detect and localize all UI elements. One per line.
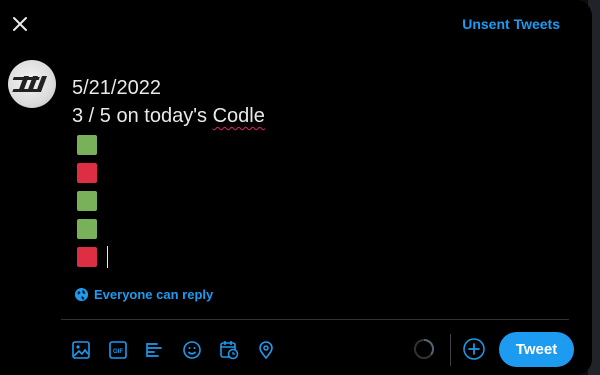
- location-icon: [259, 341, 273, 360]
- red-square-icon: [77, 162, 97, 183]
- result-row: [72, 186, 265, 214]
- result-row: [72, 130, 265, 158]
- close-icon: [13, 17, 27, 31]
- tweet-score-line: 3 / 5 on today's Codle: [72, 102, 265, 130]
- schedule-button[interactable]: [218, 338, 255, 362]
- tweet-date-line: 5/21/2022: [72, 77, 161, 99]
- reply-setting-button[interactable]: Everyone can reply: [74, 287, 213, 302]
- gif-icon: GIF: [109, 341, 127, 359]
- svg-text:GIF: GIF: [113, 349, 123, 355]
- green-square-icon: [77, 218, 97, 239]
- schedule-icon: [220, 341, 239, 360]
- media-button[interactable]: [70, 338, 107, 362]
- tweet-button[interactable]: Tweet: [499, 332, 574, 367]
- reply-setting-label: Everyone can reply: [94, 287, 214, 302]
- green-square-icon: [77, 190, 97, 211]
- result-grid: [72, 130, 265, 270]
- add-tweet-button[interactable]: [463, 338, 485, 360]
- score-text: 3 / 5 on today's: [72, 105, 213, 127]
- character-counter-icon: [414, 339, 434, 359]
- close-button[interactable]: [8, 12, 32, 36]
- unsent-tweets-link[interactable]: Unsent Tweets: [462, 16, 560, 32]
- avatar[interactable]: [8, 60, 56, 108]
- emoji-button[interactable]: [181, 338, 218, 362]
- avatar-logo-icon: [12, 76, 47, 92]
- image-icon: [72, 341, 90, 359]
- green-square-icon: [77, 134, 97, 155]
- result-row: [72, 158, 265, 186]
- toolbar-divider: [450, 334, 451, 366]
- codle-word: Codle: [212, 105, 265, 127]
- emoji-icon: [183, 341, 201, 359]
- poll-button[interactable]: [144, 338, 181, 362]
- poll-icon: [146, 343, 162, 357]
- red-square-icon: [77, 246, 97, 267]
- compose-modal: Unsent Tweets 5/21/2022 3 / 5 on today's…: [0, 0, 592, 375]
- result-row: [72, 214, 265, 242]
- compose-toolbar: GIF: [70, 338, 292, 362]
- globe-icon: [74, 287, 89, 302]
- gif-button[interactable]: GIF: [107, 338, 144, 362]
- tweet-composer[interactable]: 5/21/2022 3 / 5 on today's Codle: [72, 74, 265, 270]
- result-row: [72, 242, 265, 270]
- divider: [61, 319, 569, 320]
- location-button[interactable]: [255, 338, 292, 362]
- text-caret: [107, 245, 108, 268]
